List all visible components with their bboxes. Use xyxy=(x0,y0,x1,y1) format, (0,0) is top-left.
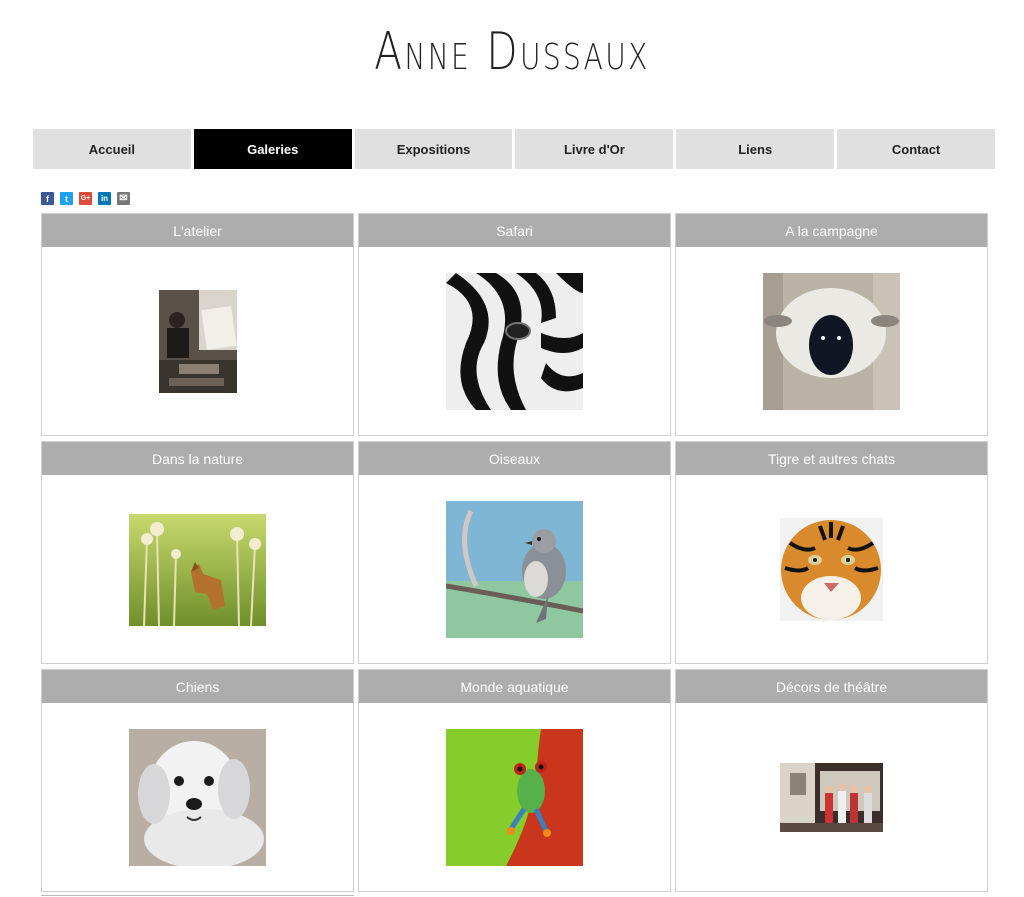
gallery-title[interactable]: L'atelier xyxy=(42,214,353,247)
nav-contact[interactable]: Contact xyxy=(837,129,995,169)
gallery-card-aquatique[interactable]: Monde aquatique xyxy=(358,669,671,892)
gallery-title[interactable]: Oiseaux xyxy=(359,442,670,475)
tiger-image[interactable] xyxy=(780,518,883,621)
gallery-card-chiens[interactable]: Chiens xyxy=(41,669,354,892)
twitter-icon[interactable]: t xyxy=(60,192,73,205)
sheep-image[interactable] xyxy=(763,273,900,410)
gallery-title[interactable]: Dans la nature xyxy=(42,442,353,475)
site-title[interactable]: Anne Dussaux xyxy=(113,22,912,82)
gallery-card-safari[interactable]: Safari xyxy=(358,213,671,436)
nav-livre-dor[interactable]: Livre d'Or xyxy=(515,129,674,169)
nav-liens[interactable]: Liens xyxy=(676,129,835,169)
zebra-image[interactable] xyxy=(446,273,583,410)
artist-studio-image[interactable] xyxy=(158,290,237,393)
bird-image[interactable] xyxy=(446,501,583,638)
gallery-title[interactable]: Tigre et autres chats xyxy=(676,442,987,475)
facebook-icon[interactable]: f xyxy=(41,192,54,205)
google-plus-icon[interactable]: G+ xyxy=(79,192,92,205)
frog-image[interactable] xyxy=(446,729,583,866)
linkedin-icon[interactable]: in xyxy=(98,192,111,205)
share-bar: f t G+ in ✉ xyxy=(41,192,130,205)
nav-expositions[interactable]: Expositions xyxy=(354,129,513,169)
gallery-title[interactable]: A la campagne xyxy=(676,214,987,247)
fox-image[interactable] xyxy=(129,513,266,626)
main-nav: Accueil Galeries Expositions Livre d'Or … xyxy=(33,129,995,169)
dog-image[interactable] xyxy=(129,729,266,866)
nav-galeries[interactable]: Galeries xyxy=(193,129,352,169)
gallery-card-tigre[interactable]: Tigre et autres chats xyxy=(675,441,988,664)
gallery-grid: L'atelier Safari A la campagne Dans la n… xyxy=(41,213,988,892)
theatre-image[interactable] xyxy=(780,763,883,832)
gallery-card-nature[interactable]: Dans la nature xyxy=(41,441,354,664)
email-icon[interactable]: ✉ xyxy=(117,192,130,205)
gallery-card-campagne[interactable]: A la campagne xyxy=(675,213,988,436)
gallery-card-oiseaux[interactable]: Oiseaux xyxy=(358,441,671,664)
gallery-card-atelier[interactable]: L'atelier xyxy=(41,213,354,436)
gallery-title[interactable]: Décors de théâtre xyxy=(676,670,987,703)
nav-accueil[interactable]: Accueil xyxy=(33,129,191,169)
gallery-card-theatre[interactable]: Décors de théâtre xyxy=(675,669,988,892)
gallery-title[interactable]: Chiens xyxy=(42,670,353,703)
gallery-title[interactable]: Monde aquatique xyxy=(359,670,670,703)
divider xyxy=(41,895,354,896)
gallery-title[interactable]: Safari xyxy=(359,214,670,247)
